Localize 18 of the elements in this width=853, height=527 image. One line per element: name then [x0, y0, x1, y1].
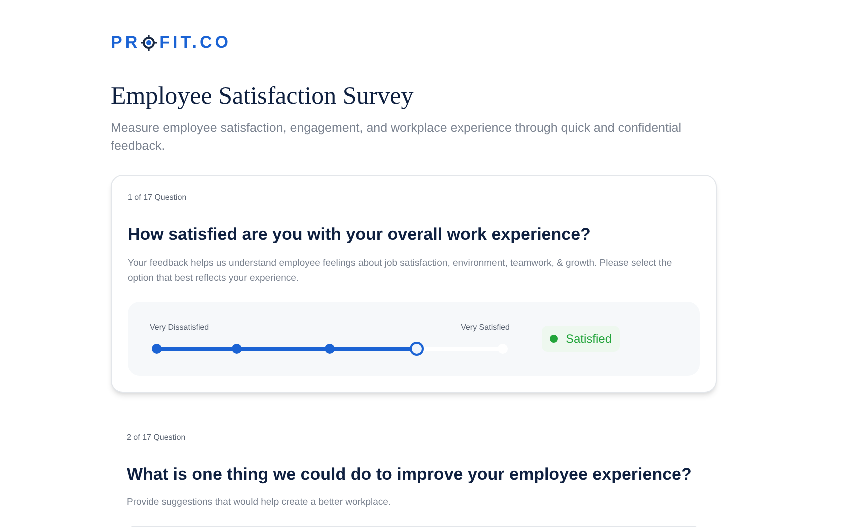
rating-slider[interactable] — [150, 342, 510, 356]
slider-stop[interactable] — [325, 344, 335, 354]
question-title: How satisfied are you with your overall work experience? — [128, 224, 592, 246]
question-description: Your feedback helps us understand employee feelings about job satisfaction, environment, teamwork, & growth. Please select the option that best reflects your experience. — [128, 256, 674, 286]
logo: PR FIT.CO — [111, 32, 232, 54]
question-title: What is one thing we could do to improve your employee experience? — [127, 464, 693, 486]
slider-stop[interactable] — [232, 344, 242, 354]
scale-min-label: Very Dissatisfied — [150, 322, 210, 334]
page-title: Employee Satisfaction Survey — [111, 82, 415, 112]
page-subtitle: Measure employee satisfaction, engagement, and workplace experience through quick and confidential feedback. — [111, 120, 682, 155]
slider-thumb[interactable] — [410, 342, 424, 356]
question-counter: 2 of 17 Question — [127, 432, 187, 444]
target-icon — [140, 34, 157, 51]
answer-badge: Satisfied — [542, 326, 620, 352]
question-description: Provide suggestions that would help create a better workplace. — [127, 496, 392, 510]
slider-stop[interactable] — [152, 344, 162, 354]
question-counter: 1 of 17 Question — [128, 192, 188, 204]
scale-max-label: Very Satisfied — [461, 322, 510, 334]
